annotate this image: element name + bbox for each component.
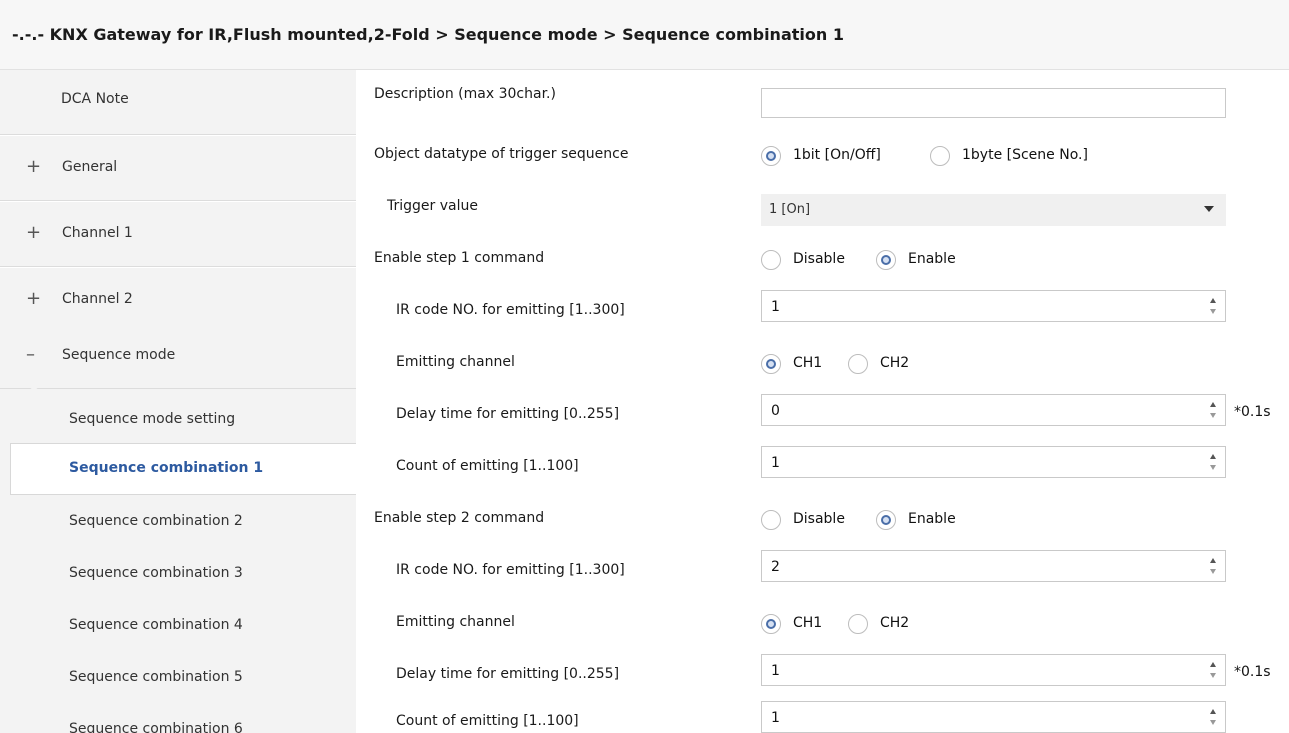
param-label: Count of emitting [1..100] (396, 458, 579, 474)
spin-down-icon[interactable] (1210, 465, 1216, 470)
description-input[interactable] (761, 88, 1226, 118)
spin-up-icon[interactable] (1210, 402, 1216, 407)
radio-selected-icon (876, 250, 896, 270)
param-label: Object datatype of trigger sequence (374, 146, 629, 162)
spin-up-icon[interactable] (1210, 709, 1216, 714)
param-row-enable-step-1: Enable step 1 command Disable Enable (356, 234, 1289, 286)
unit-label: *0.1s (1234, 664, 1271, 680)
spin-down-icon[interactable] (1210, 569, 1216, 574)
param-label: IR code NO. for emitting [1..300] (396, 562, 625, 578)
radio-selected-icon (761, 146, 781, 166)
param-row-enable-step-2: Enable step 2 command Disable Enable (356, 494, 1289, 546)
sidebar-subitem-label: Sequence combination 6 (69, 721, 243, 733)
param-row-step2-count: Count of emitting [1..100] 1 (356, 697, 1289, 733)
collapse-minus-icon[interactable]: – (26, 344, 35, 365)
expanded-notch (22, 381, 46, 391)
radio-unselected-icon (930, 146, 950, 166)
sidebar-subitem-label: Sequence combination 5 (69, 669, 243, 685)
param-label: Description (max 30char.) (374, 86, 556, 102)
param-label: Delay time for emitting [0..255] (396, 406, 620, 422)
step1-count-stepper[interactable]: 1 (761, 446, 1226, 478)
sidebar-subitem-sequence-combination-5[interactable]: Sequence combination 5 (0, 653, 356, 705)
sidebar-subitem-label: Sequence mode setting (69, 411, 236, 427)
radio-unselected-icon (761, 250, 781, 270)
step2-ir-code-stepper[interactable]: 2 (761, 550, 1226, 582)
param-label: Enable step 1 command (374, 250, 545, 266)
sidebar-item-dca-note[interactable]: DCA Note (0, 70, 356, 135)
param-label: Trigger value (387, 198, 478, 214)
radio-unselected-icon (761, 510, 781, 530)
param-label: IR code NO. for emitting [1..300] (396, 302, 625, 318)
step1-delay-stepper[interactable]: 0 (761, 394, 1226, 426)
parameter-panel: Description (max 30char.) Object datatyp… (356, 70, 1289, 733)
spin-down-icon[interactable] (1210, 673, 1216, 678)
trigger-value-dropdown[interactable]: 1 [On] (761, 194, 1226, 226)
sidebar-subitem-sequence-combination-1[interactable]: Sequence combination 1 (10, 443, 356, 495)
param-row-datatype: Object datatype of trigger sequence 1bit… (356, 130, 1289, 182)
chevron-down-icon (1204, 206, 1214, 212)
sidebar-subitem-sequence-combination-6[interactable]: Sequence combination 6 (0, 705, 356, 733)
sidebar-item-label: General (62, 159, 118, 175)
sidebar-item-channel-1[interactable]: + Channel 1 (0, 202, 356, 267)
step1-ir-code-stepper[interactable]: 1 (761, 290, 1226, 322)
radio-unselected-icon (848, 614, 868, 634)
sidebar-item-label: Channel 1 (62, 225, 133, 241)
param-label: Emitting channel (396, 354, 515, 370)
spin-down-icon[interactable] (1210, 720, 1216, 725)
param-row-step2-ir-code: IR code NO. for emitting [1..300] 2 (356, 546, 1289, 598)
sidebar-subitem-sequence-combination-3[interactable]: Sequence combination 3 (0, 549, 356, 601)
spin-down-icon[interactable] (1210, 309, 1216, 314)
sidebar-item-label: Channel 2 (62, 291, 133, 307)
expand-plus-icon[interactable]: + (26, 156, 41, 177)
sidebar-subitem-sequence-mode-setting[interactable]: Sequence mode setting (0, 395, 356, 447)
param-row-step1-channel: Emitting channel CH1 CH2 (356, 338, 1289, 390)
param-row-description: Description (max 30char.) (356, 70, 1289, 122)
param-row-trigger-value: Trigger value 1 [On] (356, 182, 1289, 234)
sidebar-item-general[interactable]: + General (0, 136, 356, 201)
expand-plus-icon[interactable]: + (26, 222, 41, 243)
sidebar-item-label: Sequence mode (62, 347, 176, 363)
param-label: Enable step 2 command (374, 510, 545, 526)
spin-up-icon[interactable] (1210, 558, 1216, 563)
spin-up-icon[interactable] (1210, 454, 1216, 459)
sidebar-subitem-label: Sequence combination 3 (69, 565, 243, 581)
sidebar-subitem-sequence-combination-4[interactable]: Sequence combination 4 (0, 601, 356, 653)
expand-plus-icon[interactable]: + (26, 288, 41, 309)
sidebar-item-label: DCA Note (61, 91, 129, 107)
sidebar-subitem-label: Sequence combination 2 (69, 513, 243, 529)
radio-unselected-icon (848, 354, 868, 374)
param-row-step1-delay: Delay time for emitting [0..255] 0 *0.1s (356, 390, 1289, 442)
step2-count-stepper[interactable]: 1 (761, 701, 1226, 733)
sidebar-subitem-sequence-combination-2[interactable]: Sequence combination 2 (0, 497, 356, 549)
spin-down-icon[interactable] (1210, 413, 1216, 418)
param-row-step1-count: Count of emitting [1..100] 1 (356, 442, 1289, 494)
sidebar: DCA Note + General + Channel 1 + Channel… (0, 70, 356, 733)
spin-up-icon[interactable] (1210, 298, 1216, 303)
param-label: Delay time for emitting [0..255] (396, 666, 620, 682)
sidebar-subitem-label: Sequence combination 4 (69, 617, 243, 633)
title-bar: -.-.- KNX Gateway for IR,Flush mounted,2… (0, 0, 1289, 70)
param-row-step2-delay: Delay time for emitting [0..255] 1 *0.1s (356, 650, 1289, 702)
unit-label: *0.1s (1234, 404, 1271, 420)
param-label: Emitting channel (396, 614, 515, 630)
breadcrumb-title: -.-.- KNX Gateway for IR,Flush mounted,2… (12, 25, 844, 44)
sidebar-item-sequence-mode[interactable]: – Sequence mode (0, 324, 356, 389)
param-label: Count of emitting [1..100] (396, 713, 579, 729)
radio-selected-icon (761, 614, 781, 634)
radio-selected-icon (876, 510, 896, 530)
param-row-step1-ir-code: IR code NO. for emitting [1..300] 1 (356, 286, 1289, 338)
step2-delay-stepper[interactable]: 1 (761, 654, 1226, 686)
radio-selected-icon (761, 354, 781, 374)
spin-up-icon[interactable] (1210, 662, 1216, 667)
param-row-step2-channel: Emitting channel CH1 CH2 (356, 598, 1289, 650)
sidebar-subitem-label: Sequence combination 1 (69, 460, 264, 476)
